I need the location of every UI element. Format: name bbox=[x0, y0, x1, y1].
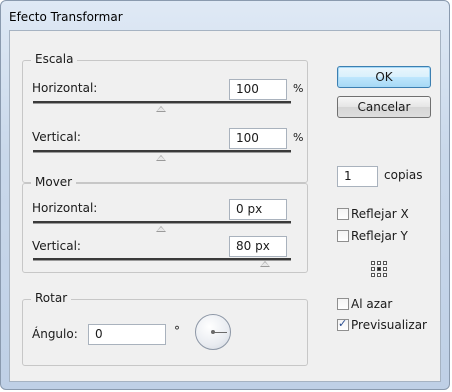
angulo-input[interactable]: 0 bbox=[88, 324, 166, 345]
al-azar-label[interactable]: Al azar bbox=[351, 297, 392, 311]
copias-label: copias bbox=[384, 168, 423, 182]
previsualizar-checkbox[interactable] bbox=[337, 317, 349, 331]
escala-vertical-slider-thumb[interactable] bbox=[156, 155, 166, 161]
ref-point-center[interactable] bbox=[377, 267, 381, 271]
rotar-group-title: Rotar bbox=[31, 291, 72, 305]
ok-button[interactable]: OK bbox=[337, 66, 431, 88]
rotar-group: Rotar Ángulo: 0 ° bbox=[22, 291, 308, 366]
al-azar-checkbox[interactable] bbox=[337, 298, 349, 310]
ref-point-middle-right[interactable] bbox=[383, 267, 387, 271]
mover-vertical-slider-track[interactable] bbox=[33, 258, 291, 261]
angle-dial-needle-icon bbox=[213, 332, 227, 333]
reflejar-x-label[interactable]: Reflejar X bbox=[351, 207, 409, 221]
ref-point-bottom-center[interactable] bbox=[377, 273, 381, 277]
reflejar-y-checkbox[interactable] bbox=[337, 230, 349, 242]
escala-group-title: Escala bbox=[31, 52, 78, 66]
mover-group: Mover Horizontal: 0 px Vertical: 80 px bbox=[22, 175, 308, 273]
window-title: Efecto Transformar bbox=[9, 10, 123, 24]
dialog-window: Efecto Transformar Escala Horizontal: 10… bbox=[0, 0, 450, 390]
escala-group: Escala Horizontal: 100 % Vertical: 100 % bbox=[22, 52, 308, 183]
escala-vertical-unit: % bbox=[293, 131, 304, 144]
mover-horizontal-label: Horizontal: bbox=[32, 201, 98, 215]
previsualizar-label[interactable]: Previsualizar bbox=[351, 318, 427, 332]
dialog-body: Escala Horizontal: 100 % Vertical: 100 %… bbox=[9, 30, 441, 382]
escala-horizontal-slider-thumb[interactable] bbox=[156, 106, 166, 112]
reflejar-y-label[interactable]: Reflejar Y bbox=[351, 229, 408, 243]
ref-point-top-center[interactable] bbox=[377, 261, 381, 265]
cancel-button[interactable]: Cancelar bbox=[337, 96, 431, 118]
mover-vertical-input[interactable]: 80 px bbox=[229, 236, 287, 257]
mover-group-title: Mover bbox=[31, 175, 77, 189]
escala-vertical-input[interactable]: 100 bbox=[229, 128, 287, 149]
ref-point-bottom-right[interactable] bbox=[383, 273, 387, 277]
ref-point-top-left[interactable] bbox=[371, 261, 375, 265]
angulo-label: Ángulo: bbox=[32, 327, 78, 341]
mover-horizontal-slider-track[interactable] bbox=[33, 221, 291, 224]
escala-horizontal-input[interactable]: 100 bbox=[229, 79, 287, 100]
ref-point-top-right[interactable] bbox=[383, 261, 387, 265]
copias-input[interactable]: 1 bbox=[337, 166, 378, 187]
ref-point-middle-left[interactable] bbox=[371, 267, 375, 271]
mover-vertical-label: Vertical: bbox=[32, 239, 81, 253]
mover-vertical-slider-thumb[interactable] bbox=[260, 261, 270, 267]
angle-dial-control[interactable] bbox=[195, 314, 231, 350]
reflejar-x-checkbox[interactable] bbox=[337, 208, 349, 220]
degree-symbol: ° bbox=[174, 324, 180, 338]
mover-horizontal-input[interactable]: 0 px bbox=[229, 199, 287, 220]
escala-vertical-label: Vertical: bbox=[32, 130, 81, 144]
reference-point-grid-icon[interactable] bbox=[371, 261, 387, 277]
escala-vertical-slider-track[interactable] bbox=[33, 150, 291, 153]
mover-horizontal-slider-thumb[interactable] bbox=[156, 226, 166, 232]
ref-point-bottom-left[interactable] bbox=[371, 273, 375, 277]
escala-horizontal-slider-track[interactable] bbox=[33, 101, 291, 104]
escala-horizontal-unit: % bbox=[293, 82, 304, 95]
escala-horizontal-label: Horizontal: bbox=[32, 81, 98, 95]
